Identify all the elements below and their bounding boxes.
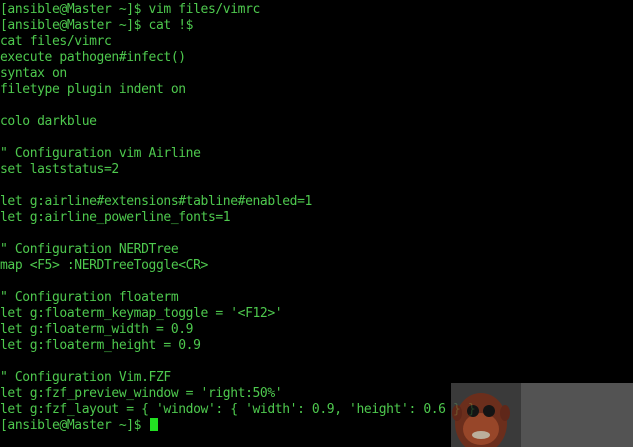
terminal-line: map <F5> :NERDTreeToggle<CR> [0,258,208,273]
terminal-output: [ansible@Master ~]$ vim files/vimrc [ansi… [0,2,476,434]
shell-prompt: [ansible@Master ~]$ [0,418,149,433]
terminal-line: [ansible@Master ~]$ vim files/vimrc [0,2,260,17]
terminal-line: " Configuration NERDTree [0,242,179,257]
terminal-line: execute pathogen#infect() [0,50,186,65]
terminal-line: let g:floaterm_keymap_toggle = '<F12>' [0,306,283,321]
terminal-line: let g:airline#extensions#tabline#enabled… [0,194,312,209]
webcam-overlay [451,383,633,447]
text-cursor [149,418,158,431]
terminal-line: set laststatus=2 [0,162,119,177]
terminal-line: let g:fzf_preview_window = 'right:50%' [0,386,283,401]
terminal-line: let g:fzf_layout = { 'window': { 'width'… [0,402,476,417]
terminal-line: let g:floaterm_height = 0.9 [0,338,201,353]
terminal-line: let g:airline_powerline_fonts=1 [0,210,231,225]
terminal-line: " Configuration floaterm [0,290,179,305]
terminal-line: filetype plugin indent on [0,82,186,97]
terminal-line: " Configuration Vim.FZF [0,370,171,385]
terminal-line: colo darkblue [0,114,97,129]
terminal-prompt-line[interactable]: [ansible@Master ~]$ [0,418,475,434]
terminal-line: " Configuration vim Airline [0,146,201,161]
terminal-line: cat files/vimrc [0,34,112,49]
terminal-line: let g:floaterm_width = 0.9 [0,322,194,337]
webcam-overlay-icon [451,383,633,447]
terminal-line: [ansible@Master ~]$ cat !$ [0,18,194,33]
terminal-line: syntax on [0,66,67,81]
terminal-window[interactable]: [ansible@Master ~]$ vim files/vimrc [ansi… [0,0,633,447]
